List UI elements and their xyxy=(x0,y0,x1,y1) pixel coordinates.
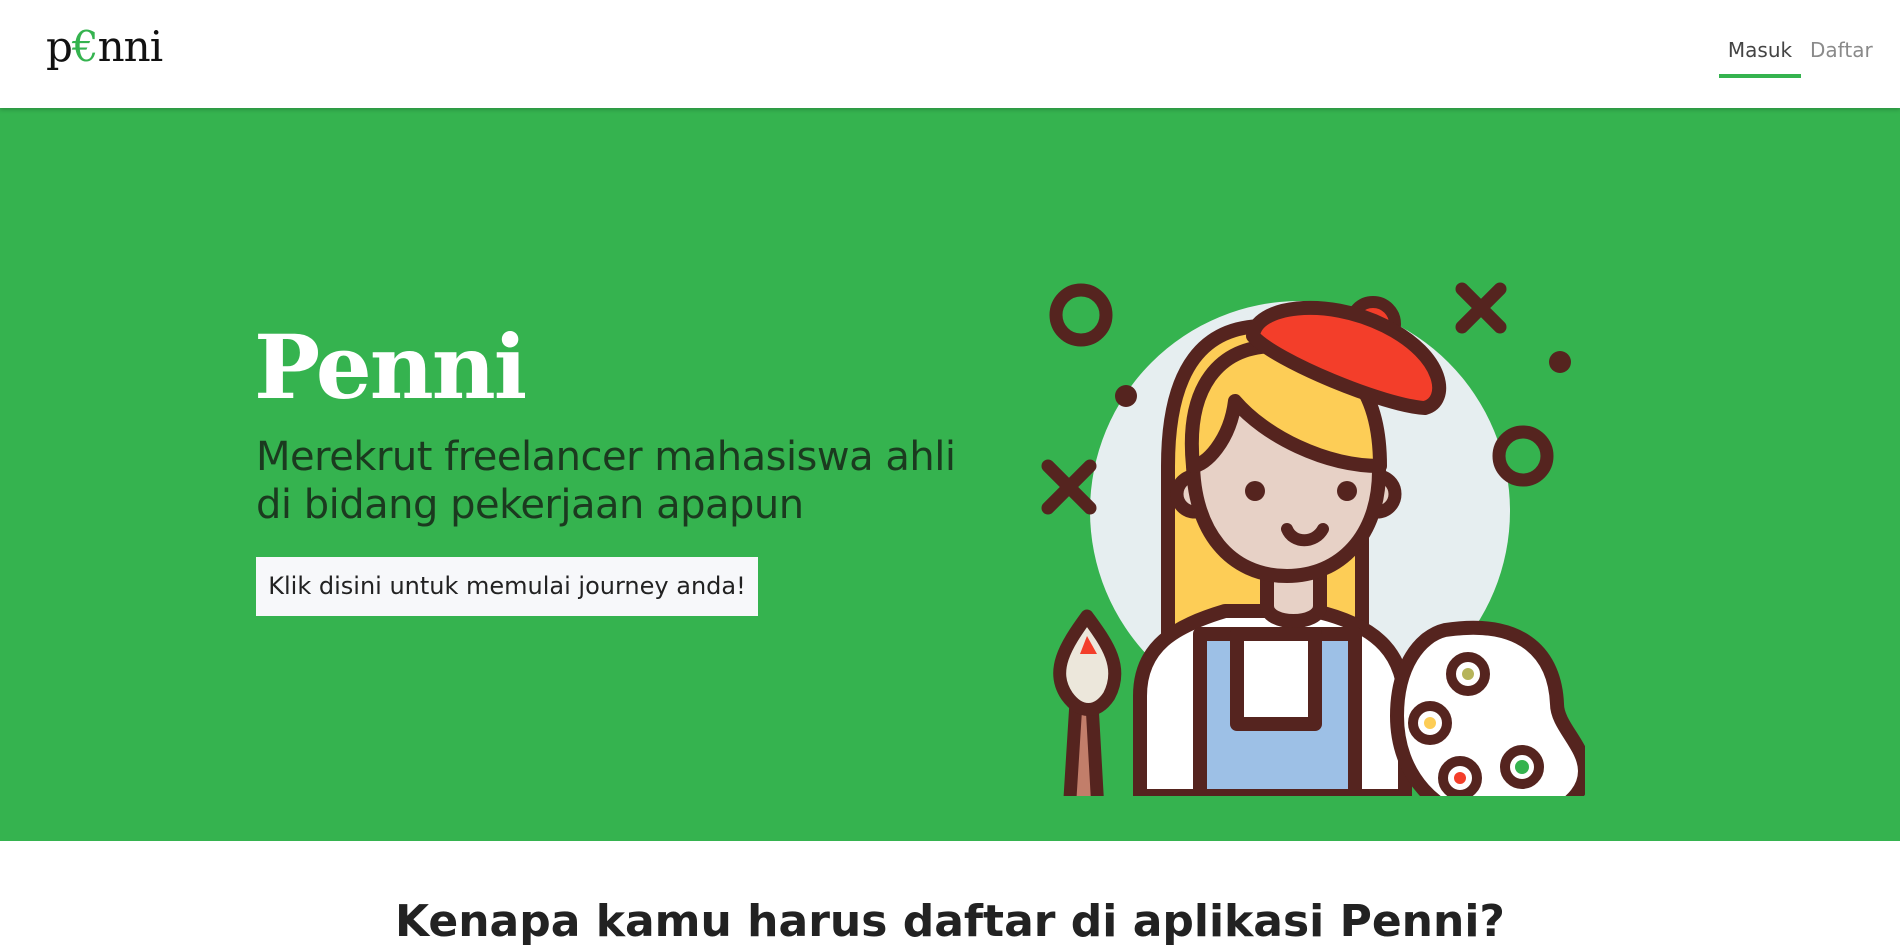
start-journey-button[interactable]: Klik disini untuk memulai journey anda! xyxy=(256,557,758,616)
hero-subtitle: Merekrut freelancer mahasiswa ahli di bi… xyxy=(256,434,956,528)
nav-link-daftar[interactable]: Daftar xyxy=(1810,38,1873,62)
why-section-title: Kenapa kamu harus daftar di aplikasi Pen… xyxy=(395,896,1505,947)
hero-section: Penni Merekrut freelancer mahasiswa ahli… xyxy=(0,108,1900,841)
brand-accent: € xyxy=(71,22,99,71)
brand-suffix: nni xyxy=(97,22,164,71)
brand-logo[interactable]: p€nni xyxy=(46,22,164,71)
top-navbar: p€nni Masuk Daftar xyxy=(0,0,1900,108)
active-nav-indicator xyxy=(1719,74,1801,78)
artist-painter-icon xyxy=(1041,282,1585,796)
nav-link-masuk[interactable]: Masuk xyxy=(1719,38,1801,62)
hero-title: Penni xyxy=(254,315,527,419)
brand-prefix: p xyxy=(46,22,73,71)
